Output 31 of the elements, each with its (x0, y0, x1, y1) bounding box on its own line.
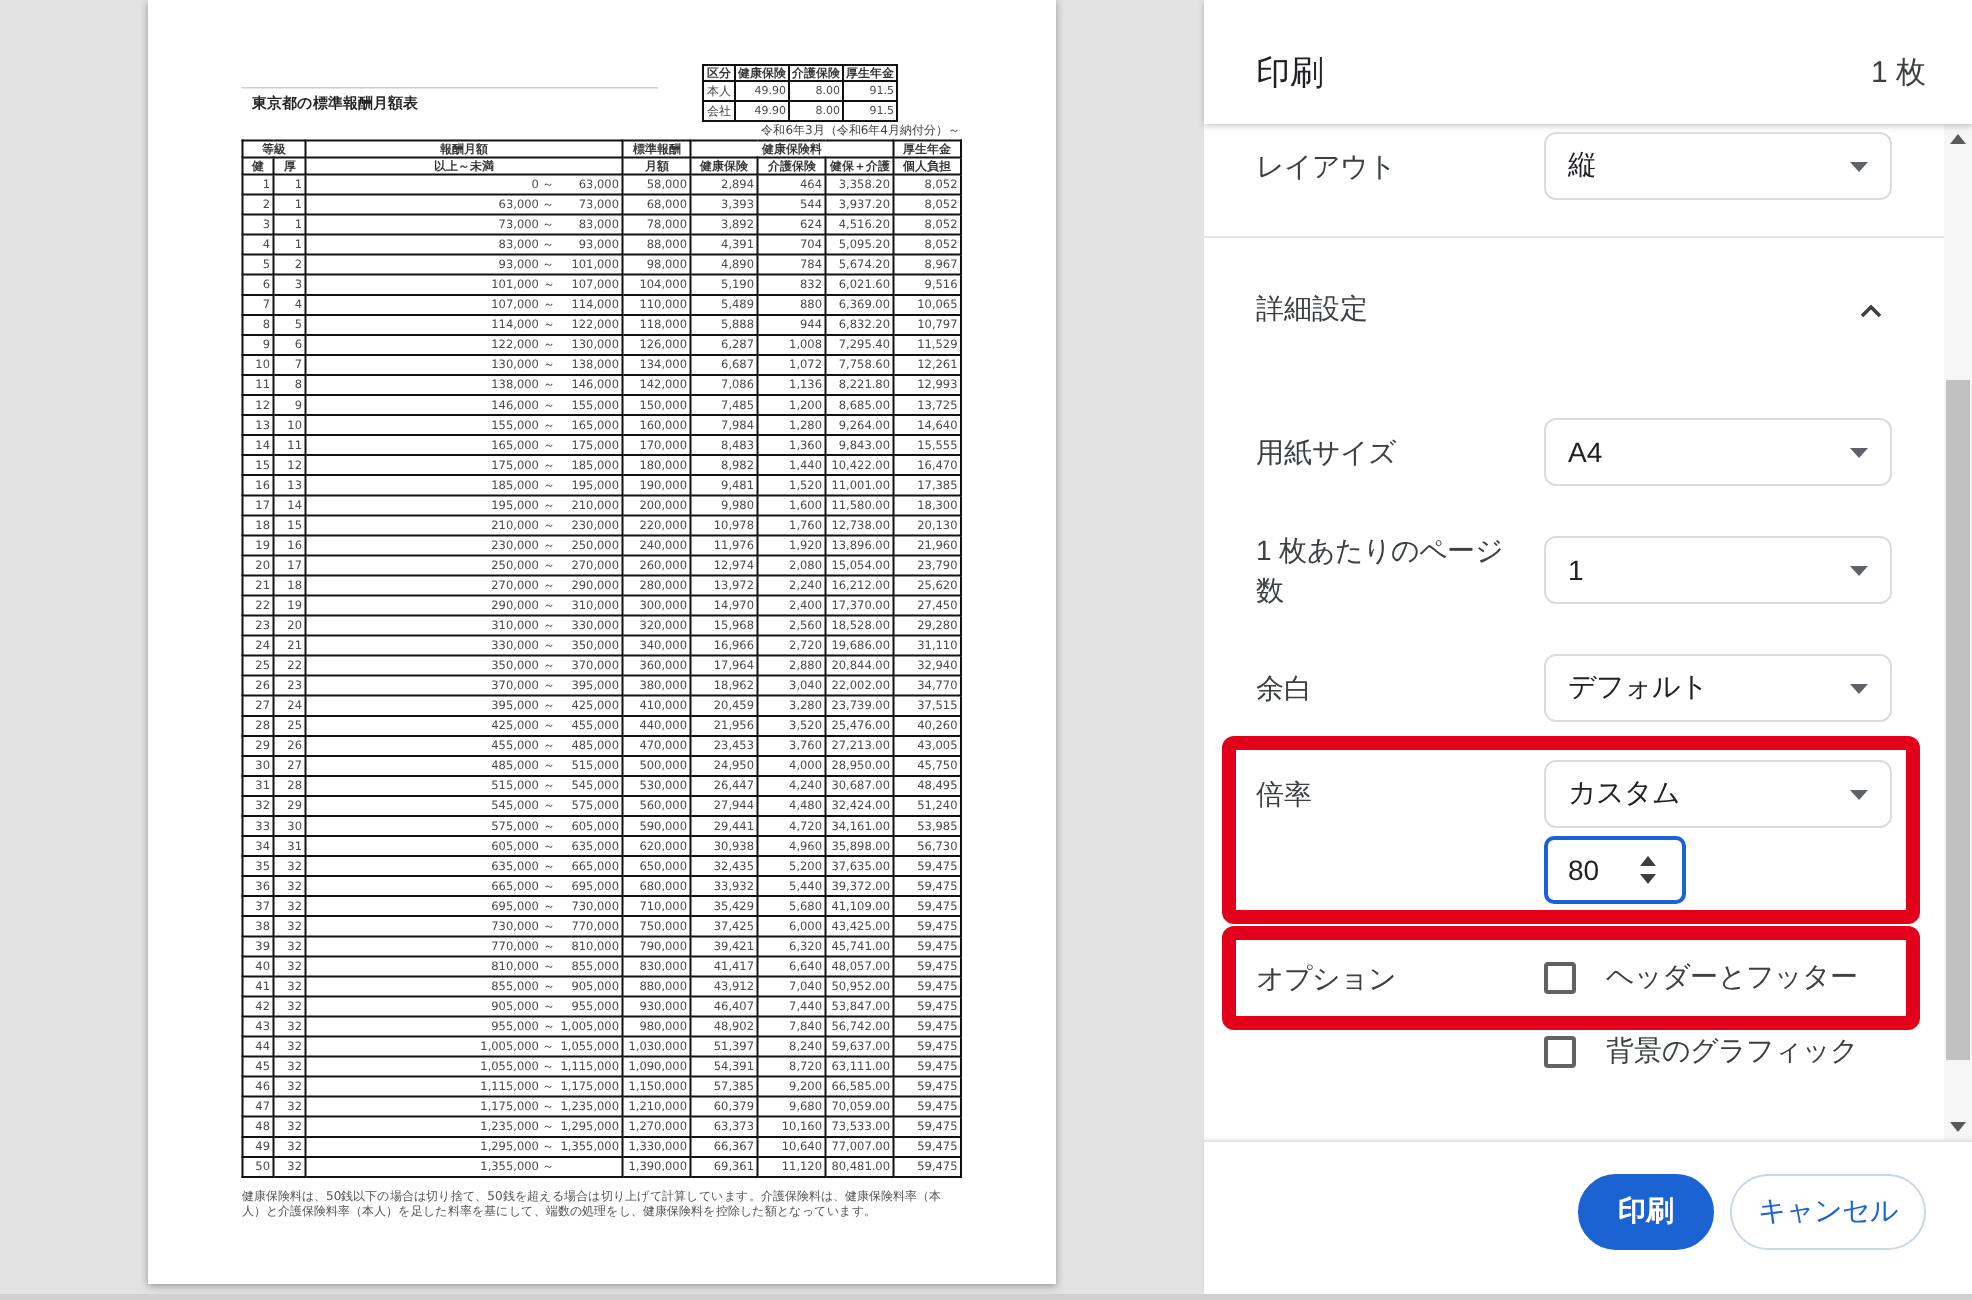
sheet-count: 1 枚 (1870, 53, 1926, 91)
spinner-icon[interactable] (1640, 856, 1656, 884)
checkbox[interactable] (1544, 1036, 1576, 1068)
scrollbar-thumb[interactable] (1946, 380, 1970, 1060)
setting-label: 用紙サイズ (1256, 434, 1398, 472)
print-button[interactable]: 印刷 (1578, 1174, 1714, 1250)
setting-label: オプション (1256, 960, 1398, 998)
more-settings-button[interactable]: 詳細設定 (1204, 238, 1944, 382)
scroll-down-arrow-icon[interactable] (1950, 1122, 1966, 1132)
caret-icon (1850, 447, 1868, 457)
panel-title: 印刷 (1256, 51, 1324, 95)
dropdown[interactable]: デフォルト (1544, 654, 1892, 722)
checkbox-label[interactable]: ヘッダーとフッター (1606, 960, 1858, 996)
caret-icon (1850, 789, 1868, 799)
scroll-up-arrow-icon[interactable] (1950, 134, 1966, 144)
setting-label: 余白 (1256, 670, 1314, 708)
caret-icon (1850, 683, 1868, 693)
dropdown[interactable]: 縦 (1544, 132, 1892, 200)
scrollbar[interactable] (1944, 124, 1972, 1140)
setting-label: 1 枚あたりのページ数 (1256, 532, 1506, 610)
setting-label: 倍率 (1256, 776, 1314, 814)
dropdown[interactable]: カスタム (1544, 760, 1892, 828)
setting-label: レイアウト (1256, 148, 1398, 186)
cancel-button[interactable]: キャンセル (1730, 1174, 1926, 1250)
checkbox[interactable] (1544, 962, 1576, 994)
caret-icon (1850, 161, 1868, 171)
dropdown[interactable]: 1 (1544, 536, 1892, 604)
dropdown[interactable]: A4 (1544, 418, 1892, 486)
checkbox-label[interactable]: 背景のグラフィック (1606, 1034, 1858, 1070)
scale-input[interactable]: 80 (1544, 836, 1686, 904)
caret-icon (1850, 565, 1868, 575)
